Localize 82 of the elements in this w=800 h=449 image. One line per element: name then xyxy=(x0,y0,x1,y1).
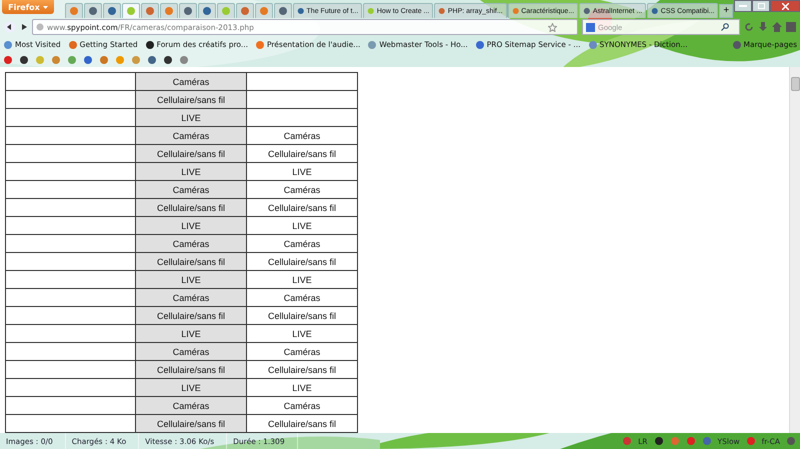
table-cell: LIVE xyxy=(136,378,246,396)
scrollbar-thumb[interactable] xyxy=(790,77,800,91)
table-cell: LIVE xyxy=(136,162,246,180)
back-icon[interactable] xyxy=(4,21,16,33)
download-icon[interactable] xyxy=(758,22,768,32)
table-cell: LIVE xyxy=(136,324,246,342)
browser-tab[interactable] xyxy=(274,3,292,18)
table-cell: Cellulaire/sans fil xyxy=(136,198,246,216)
table-cell: Caméras xyxy=(136,180,246,198)
minimize-icon[interactable] xyxy=(734,0,752,12)
tab-favicon-icon[interactable] xyxy=(240,6,250,16)
table-cell: Caméras xyxy=(246,288,358,306)
tab-favicon-icon[interactable] xyxy=(512,6,520,16)
table-cell: Caméras xyxy=(136,72,246,90)
browser-tab[interactable] xyxy=(64,3,83,18)
table-cell: LIVE xyxy=(246,378,358,396)
table-cell: LIVE xyxy=(246,324,358,342)
tab-favicon-icon[interactable] xyxy=(296,6,305,16)
table-cell: Cellulaire/sans fil xyxy=(136,414,246,432)
table-cell: Cellulaire/sans fil xyxy=(246,252,358,270)
table-cell: Caméras xyxy=(136,234,246,252)
star-icon[interactable] xyxy=(548,22,557,32)
tab-favicon-icon[interactable] xyxy=(438,6,446,16)
addon-icon[interactable] xyxy=(786,436,796,446)
tab-favicon-icon[interactable] xyxy=(106,6,117,16)
table-cell: Cellulaire/sans fil xyxy=(136,306,246,324)
table-cell: LIVE xyxy=(136,270,246,288)
maximize-icon[interactable] xyxy=(752,0,770,12)
search-engine-icon[interactable] xyxy=(586,22,595,32)
close-icon[interactable] xyxy=(770,0,800,12)
reload-icon[interactable] xyxy=(744,22,754,32)
table-cell: LIVE xyxy=(246,216,358,234)
tab-favicon-icon[interactable] xyxy=(126,6,136,16)
table-cell: Cellulaire/sans fil xyxy=(246,306,358,324)
browser-tab[interactable] xyxy=(84,3,102,18)
home-icon[interactable] xyxy=(772,22,782,32)
table-cell: Cellulaire/sans fil xyxy=(246,144,358,162)
table-cell: Cellulaire/sans fil xyxy=(136,144,246,162)
browser-tab[interactable] xyxy=(102,3,121,18)
table-cell: Caméras xyxy=(136,396,246,414)
table-cell: LIVE xyxy=(136,216,246,234)
bookmark-favicon-icon[interactable] xyxy=(144,40,155,50)
tab-favicon-icon[interactable] xyxy=(144,6,155,16)
table-cell: Caméras xyxy=(136,342,246,360)
tab-favicon-icon[interactable] xyxy=(182,6,193,16)
bookmarks-icon[interactable] xyxy=(732,40,742,50)
table-cell: Caméras xyxy=(246,234,358,252)
search-icon[interactable] xyxy=(721,23,729,31)
table-cell: Caméras xyxy=(246,180,358,198)
tab-favicon-icon[interactable] xyxy=(164,6,174,16)
caret-icon xyxy=(42,6,48,8)
table-cell: Cellulaire/sans fil xyxy=(246,198,358,216)
tab-favicon-icon[interactable] xyxy=(651,6,659,16)
browser-tab[interactable] xyxy=(254,3,273,18)
tab-favicon-icon[interactable] xyxy=(583,6,591,16)
table-cell: LIVE xyxy=(246,270,358,288)
tab-favicon-icon[interactable] xyxy=(202,6,212,16)
table-cell: Caméras xyxy=(136,288,246,306)
table-cell: LIVE xyxy=(136,108,246,126)
table-cell: Cellulaire/sans fil xyxy=(246,360,358,378)
tab-favicon-icon[interactable] xyxy=(88,6,98,16)
table-cell: Cellulaire/sans fil xyxy=(136,252,246,270)
table-cell: Cellulaire/sans fil xyxy=(136,90,246,108)
table-cell: Caméras xyxy=(136,126,246,144)
browser-tab[interactable] xyxy=(140,3,159,18)
table-cell: Cellulaire/sans fil xyxy=(246,414,358,432)
forward-icon[interactable] xyxy=(20,23,28,31)
browser-tab[interactable] xyxy=(236,3,254,18)
scrollbar[interactable] xyxy=(789,67,800,433)
table-cell: Caméras xyxy=(246,126,358,144)
browser-tab[interactable] xyxy=(198,3,216,18)
tab-favicon-icon[interactable] xyxy=(258,6,269,16)
addon-icon[interactable] xyxy=(654,436,664,446)
table-cell: Caméras xyxy=(246,342,358,360)
tab-favicon-icon[interactable] xyxy=(278,6,288,16)
browser-tab[interactable] xyxy=(160,3,178,18)
browser-tab[interactable] xyxy=(178,3,197,18)
tab-favicon-icon[interactable] xyxy=(68,6,79,16)
table-cell: Cellulaire/sans fil xyxy=(136,360,246,378)
new-tab-button[interactable]: + xyxy=(719,4,734,18)
table-cell: LIVE xyxy=(246,162,358,180)
table-cell: Caméras xyxy=(246,396,358,414)
